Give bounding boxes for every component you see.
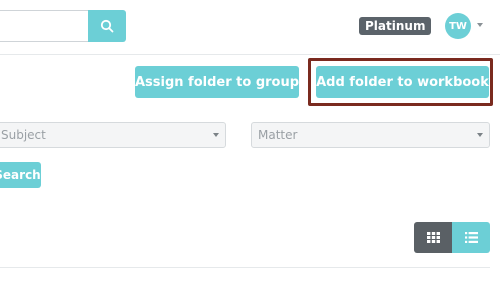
chevron-down-icon[interactable] xyxy=(477,23,483,27)
plan-badge: Platinum xyxy=(359,17,432,35)
search-input[interactable] xyxy=(0,10,89,42)
subject-select-label: Subject xyxy=(1,128,46,142)
header-divider xyxy=(0,54,500,55)
subject-select[interactable]: Subject xyxy=(0,122,226,148)
avatar[interactable]: TW xyxy=(445,13,471,39)
chevron-down-icon xyxy=(213,133,219,137)
assign-folder-to-group-button[interactable]: Assign folder to group xyxy=(135,66,299,98)
content-divider xyxy=(0,267,490,268)
search-filter-button[interactable]: Search xyxy=(0,162,41,188)
list-view-button[interactable] xyxy=(452,222,490,253)
grid-icon xyxy=(426,232,440,243)
search-icon xyxy=(100,19,114,33)
add-folder-to-workbook-button[interactable]: Add folder to workbook xyxy=(316,66,489,98)
list-icon xyxy=(464,232,478,243)
matter-select-label: Matter xyxy=(258,128,298,142)
matter-select[interactable]: Matter xyxy=(251,122,490,148)
search-button[interactable] xyxy=(88,10,126,42)
chevron-down-icon xyxy=(477,133,483,137)
grid-view-button[interactable] xyxy=(414,222,452,253)
